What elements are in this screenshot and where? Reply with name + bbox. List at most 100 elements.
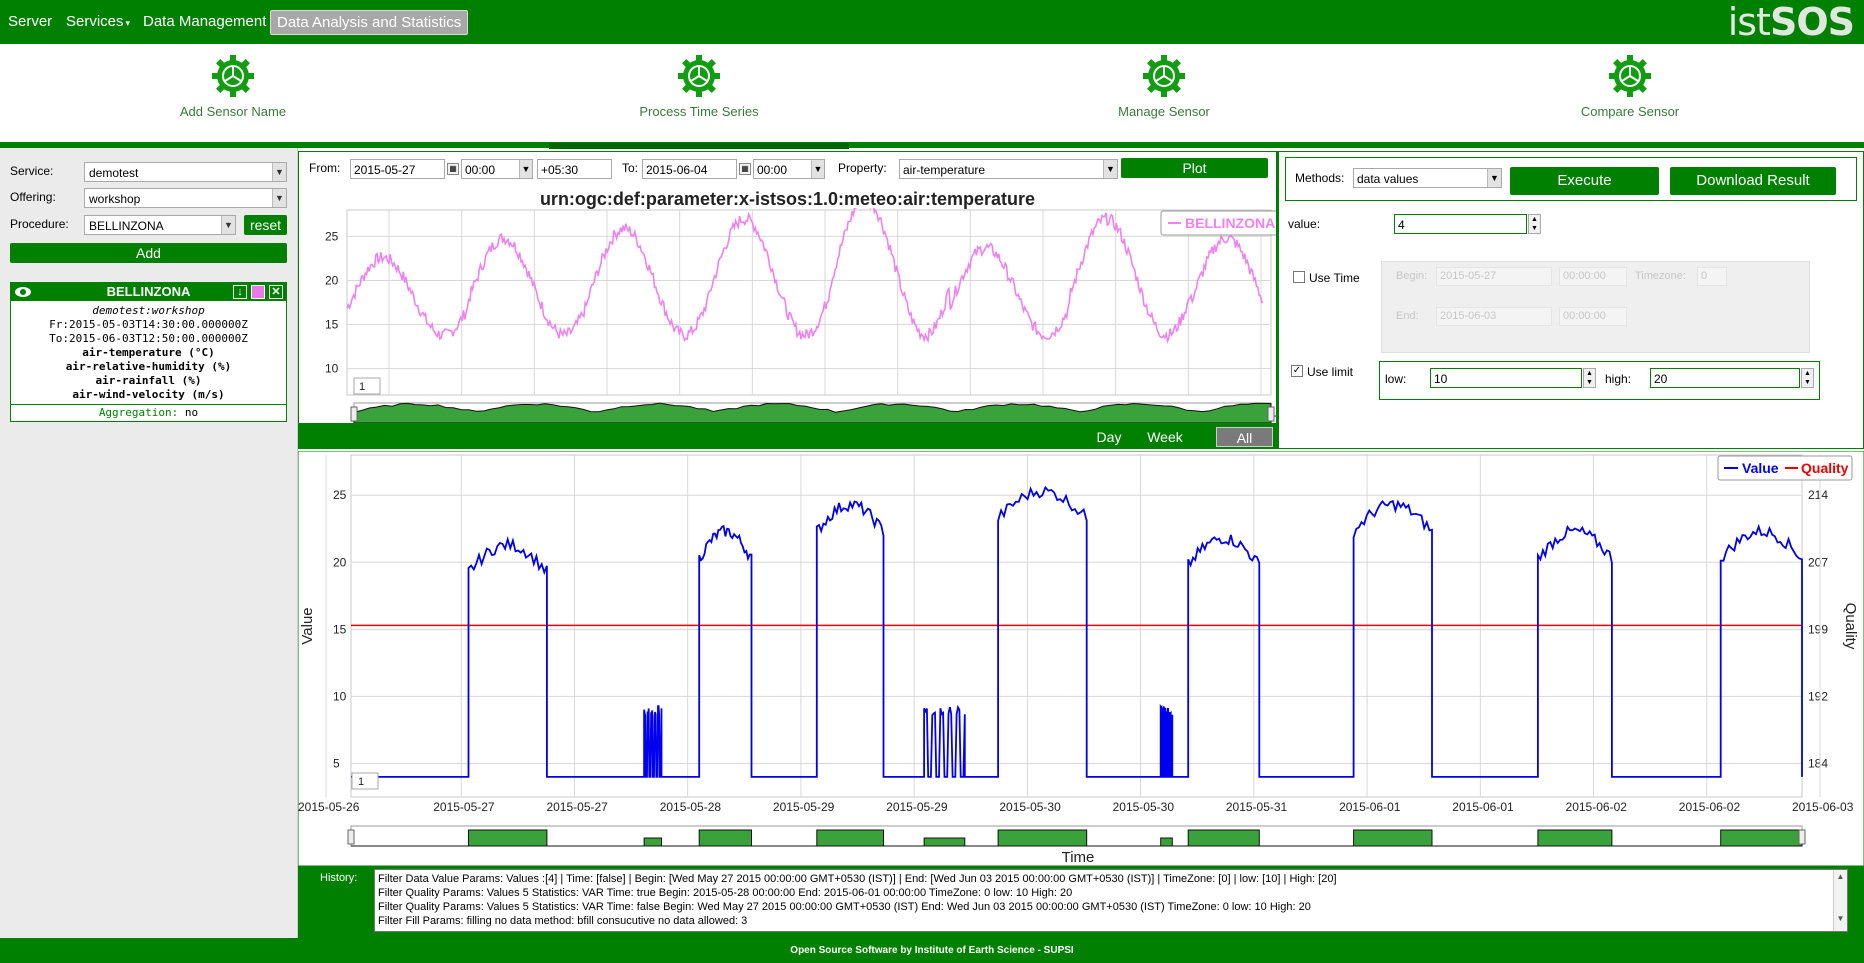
from-time-select[interactable]: 00:00 ▼ — [461, 159, 533, 179]
chevron-down-icon[interactable]: ▼ — [1103, 160, 1117, 178]
zoom-input[interactable] — [353, 377, 381, 395]
procedure-label: Procedure: — [10, 217, 69, 231]
value-quality-chart[interactable]: 25 214 20 207 15 199 10 192 5 184 2015-05-26 2015-0… — [298, 451, 1864, 866]
high-input[interactable]: 20 — [1650, 368, 1800, 388]
x-tick-label: 2015-06-01 — [1452, 800, 1514, 814]
low-stepper[interactable]: ▲ ▼ — [1583, 368, 1596, 388]
range-handle-left[interactable] — [347, 829, 355, 845]
end-time-input[interactable]: 00:00:00 — [1559, 307, 1627, 326]
calendar-icon[interactable]: ▦ — [739, 163, 751, 175]
x-tick-label: 2015-05-31 — [1226, 800, 1288, 814]
chevron-down-icon[interactable]: ▼ — [272, 189, 286, 207]
y2-tick-label: 192 — [1808, 689, 1828, 703]
menu-manage-sensor[interactable]: Manage Sensor — [1014, 54, 1314, 119]
chevron-down-icon[interactable]: ▼ — [272, 163, 286, 181]
value-input[interactable]: 4 — [1394, 214, 1527, 234]
method-select[interactable]: data values ▼ — [1353, 168, 1502, 188]
history-log[interactable]: Filter Data Value Params: Values :[4] | … — [374, 869, 1848, 932]
methods-label: Methods: — [1295, 171, 1345, 185]
property-select[interactable]: air-temperature ▼ — [899, 159, 1118, 179]
history-scrollbar[interactable]: ▲ ▼ — [1833, 870, 1847, 931]
high-value: 20 — [1654, 372, 1668, 386]
procedure-select[interactable]: BELLINZONA ▼ — [84, 215, 236, 235]
reset-button[interactable]: reset — [244, 215, 287, 235]
plot-button[interactable]: Plot — [1121, 158, 1268, 178]
x-axis-title: Time — [1062, 849, 1095, 866]
download-icon[interactable]: ↓ — [233, 285, 247, 299]
to-time-value: 00:00 — [757, 163, 788, 177]
use-limit-checkbox[interactable]: ✓ — [1291, 365, 1303, 377]
nav-services[interactable]: Services ▾ — [66, 13, 130, 30]
chevron-down-icon[interactable]: ▼ — [1487, 169, 1501, 187]
timezone-input[interactable]: +05:30 — [537, 159, 612, 179]
from-time-value: 00:00 — [465, 163, 496, 177]
execute-button[interactable]: Execute — [1510, 167, 1659, 195]
procedure-property: air-rainfall (%) — [95, 374, 202, 387]
add-button[interactable]: Add — [10, 243, 287, 263]
range-day-button[interactable]: Day — [1089, 427, 1129, 447]
nav-server[interactable]: Server — [8, 13, 52, 30]
y-tick-label: 25 — [333, 488, 347, 502]
begin-time-input[interactable]: 00:00:00 — [1559, 267, 1627, 286]
nav-data-management[interactable]: Data Management — [143, 13, 266, 30]
calendar-icon[interactable]: ▦ — [447, 163, 459, 175]
close-icon[interactable]: ✕ — [269, 285, 283, 299]
legend-label-quality: Quality — [1801, 460, 1849, 476]
nav-data-analysis[interactable]: Data Analysis and Statistics — [270, 10, 469, 35]
download-result-button[interactable]: Download Result — [1670, 167, 1836, 195]
history-line: Filter Data Value Params: Values :[4] | … — [378, 873, 1337, 885]
use-time-checkbox[interactable] — [1293, 271, 1305, 283]
begin-date-input[interactable]: 2015-05-27 — [1436, 267, 1552, 286]
y-tick-label: 10 — [325, 362, 339, 376]
y-axis-title: Value — [299, 607, 316, 644]
color-swatch[interactable] — [251, 285, 265, 299]
service-select[interactable]: demotest ▼ — [84, 162, 287, 182]
gear-icon — [1609, 55, 1651, 97]
chevron-down-icon[interactable]: ▼ — [811, 160, 824, 178]
range-week-button[interactable]: Week — [1137, 427, 1193, 447]
to-time-select[interactable]: 00:00 ▼ — [753, 159, 825, 179]
range-all-button[interactable]: All — [1216, 427, 1273, 447]
chevron-down-icon: ▾ — [125, 18, 131, 28]
legend-label: BELLINZONA — [1185, 215, 1275, 231]
range-handle-left[interactable] — [350, 406, 358, 422]
menu-process-time-series[interactable]: Process Time Series — [549, 54, 849, 149]
from-date-input[interactable]: 2015-05-27 — [350, 159, 445, 179]
chart-panel: From: 2015-05-27 ▦ 00:00 ▼ +05:30 To: 201… — [298, 151, 1277, 449]
chevron-down-icon[interactable]: ▼ — [519, 160, 532, 178]
range-handle-right[interactable] — [1798, 829, 1806, 845]
procedure-panel-header: BELLINZONA ↓ ✕ — [11, 283, 286, 301]
from-label: From: — [309, 161, 341, 175]
high-stepper[interactable]: ▲ ▼ — [1801, 368, 1814, 388]
temperature-chart[interactable]: 252015102015-05-272015-05-272015-05-2820… — [299, 208, 1276, 423]
y-tick-label: 20 — [333, 555, 347, 569]
y-tick-label: 20 — [325, 273, 339, 287]
procedure-property: air-relative-humidity (%) — [65, 360, 232, 373]
timezone-input-disabled[interactable]: 0 — [1697, 267, 1727, 286]
y-tick-label: 25 — [325, 229, 339, 243]
menu-compare-sensor[interactable]: Compare Sensor — [1480, 54, 1780, 119]
zoom-value: 1 — [358, 776, 364, 788]
offering-value: workshop — [89, 192, 141, 206]
x-tick-label: 2015-05-27 — [433, 800, 495, 814]
offering-select[interactable]: workshop ▼ — [84, 188, 287, 208]
offering-label: Offering: — [10, 190, 56, 204]
range-handle-right[interactable] — [1267, 406, 1275, 422]
menu-add-sensor-name[interactable]: Add Sensor Name — [83, 54, 383, 119]
eye-icon[interactable] — [14, 285, 32, 299]
value-stepper[interactable]: ▲ ▼ — [1528, 214, 1541, 234]
high-label: high: — [1605, 372, 1632, 386]
end-date-input[interactable]: 2015-06-03 — [1436, 307, 1552, 326]
property-value: air-temperature — [903, 163, 986, 177]
chevron-down-icon[interactable]: ▼ — [221, 216, 235, 234]
zoom-value: 1 — [359, 381, 365, 393]
procedure-offering: demotest:workshop — [92, 304, 205, 317]
to-date-input[interactable]: 2015-06-04 — [642, 159, 737, 179]
low-input[interactable]: 10 — [1430, 368, 1582, 388]
y2-tick-label: 214 — [1808, 488, 1828, 502]
zoom-input[interactable] — [351, 772, 379, 790]
value-label: value: — [1288, 217, 1321, 231]
method-value: data values — [1357, 172, 1419, 186]
x-tick-label: 2015-06-02 — [1679, 800, 1741, 814]
x-tick-label: 2015-05-29 — [773, 800, 835, 814]
